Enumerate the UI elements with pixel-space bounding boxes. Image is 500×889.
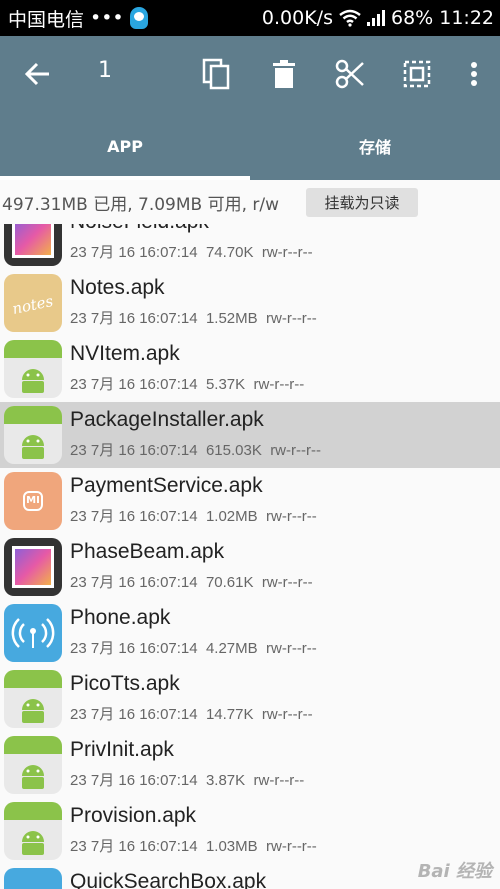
delete-icon [273,60,295,88]
android-icon [4,670,62,728]
file-list: NoiseField.apk 23 7月 16 16:07:14 74.70K … [0,224,500,889]
tab-storage[interactable]: 存储 [250,112,500,180]
phone-app-icon [4,604,62,662]
tab-app[interactable]: APP [0,112,250,180]
search-app-icon [4,868,62,889]
more-options-button[interactable] [450,50,498,98]
file-meta: 23 7月 16 16:07:14 1.52MB rw-r--r-- [70,310,317,327]
tab-app-label: APP [107,136,143,156]
storage-info-bar: 497.31MB 已用, 7.09MB 可用, r/w 挂载为只读 [0,180,500,224]
gallery-app-icon [4,224,62,266]
selection-action-bar: 1 [0,36,500,112]
file-name: NVItem.apk [70,342,180,365]
back-button[interactable] [14,50,62,98]
list-item[interactable]: PhaseBeam.apk 23 7月 16 16:07:14 70.61K r… [0,534,500,600]
file-meta: 23 7月 16 16:07:14 5.37K rw-r--r-- [70,376,305,393]
qq-icon [129,7,148,29]
selected-count: 1 [98,58,112,83]
delete-button[interactable] [260,50,308,98]
list-item-selected[interactable]: PackageInstaller.apk 23 7月 16 16:07:14 6… [0,402,500,468]
list-item[interactable]: NVItem.apk 23 7月 16 16:07:14 5.37K rw-r-… [0,336,500,402]
file-name: PhaseBeam.apk [70,540,225,563]
android-icon [4,340,62,398]
list-item[interactable]: NoiseField.apk 23 7月 16 16:07:14 74.70K … [0,224,500,270]
file-meta: 23 7月 16 16:07:14 14.77K rw-r--r-- [70,706,313,723]
file-meta: 23 7月 16 16:07:14 4.27MB rw-r--r-- [70,640,317,657]
list-item[interactable]: Provision.apk 23 7月 16 16:07:14 1.03MB r… [0,798,500,864]
cut-button[interactable] [326,50,374,98]
clock: 11:22 [439,7,494,29]
list-item[interactable]: MI PaymentService.apk 23 7月 16 16:07:14 … [0,468,500,534]
list-item[interactable]: notes Notes.apk 23 7月 16 16:07:14 1.52MB… [0,270,500,336]
file-meta: 23 7月 16 16:07:14 1.03MB rw-r--r-- [70,838,317,855]
status-bar: 中国电信 ••• 0.00K/s 68% 11:22 [0,0,500,36]
file-name: Provision.apk [70,804,197,827]
file-name: PicoTts.apk [70,672,180,695]
copy-button[interactable] [192,50,240,98]
list-item[interactable]: Phone.apk 23 7月 16 16:07:14 4.27MB rw-r-… [0,600,500,666]
file-name: PackageInstaller.apk [70,408,264,431]
mount-readonly-button[interactable]: 挂载为只读 [306,188,418,217]
network-speed: 0.00K/s [261,7,333,29]
file-name: QuickSearchBox.apk [70,870,267,889]
wifi-icon [339,9,361,27]
battery-level: 68% [391,7,434,29]
file-meta: 23 7月 16 16:07:14 615.03K rw-r--r-- [70,442,321,459]
file-name: PrivInit.apk [70,738,174,761]
select-all-icon [403,60,431,88]
more-vert-icon [471,62,477,86]
tab-bar: APP 存储 [0,112,500,180]
list-item[interactable]: PrivInit.apk 23 7月 16 16:07:14 3.87K rw-… [0,732,500,798]
signal-icon [367,10,385,26]
file-name: PaymentService.apk [70,474,263,497]
payment-app-icon: MI [4,472,62,530]
notification-dots: ••• [90,7,124,29]
file-name: Notes.apk [70,276,165,299]
carrier-label: 中国电信 [8,8,85,31]
gallery-app-icon [4,538,62,596]
file-name: NoiseField.apk [70,224,209,234]
file-name: Phone.apk [70,606,171,629]
android-icon [4,736,62,794]
tab-storage-label: 存储 [358,138,391,157]
android-icon [4,406,62,464]
file-meta: 23 7月 16 16:07:14 3.87K rw-r--r-- [70,772,305,789]
list-item[interactable]: PicoTts.apk 23 7月 16 16:07:14 14.77K rw-… [0,666,500,732]
baidu-watermark: Bai 经验 [417,861,492,882]
cut-icon [335,59,364,89]
file-meta: 23 7月 16 16:07:14 1.02MB rw-r--r-- [70,508,317,525]
notes-app-icon: notes [4,274,62,332]
back-arrow-icon [25,62,49,86]
copy-icon [202,58,230,90]
android-icon [4,802,62,860]
file-meta: 23 7月 16 16:07:14 70.61K rw-r--r-- [70,574,313,591]
file-meta: 23 7月 16 16:07:14 74.70K rw-r--r-- [70,244,313,261]
select-all-button[interactable] [393,50,441,98]
storage-usage: 497.31MB 已用, 7.09MB 可用, r/w [2,194,280,215]
